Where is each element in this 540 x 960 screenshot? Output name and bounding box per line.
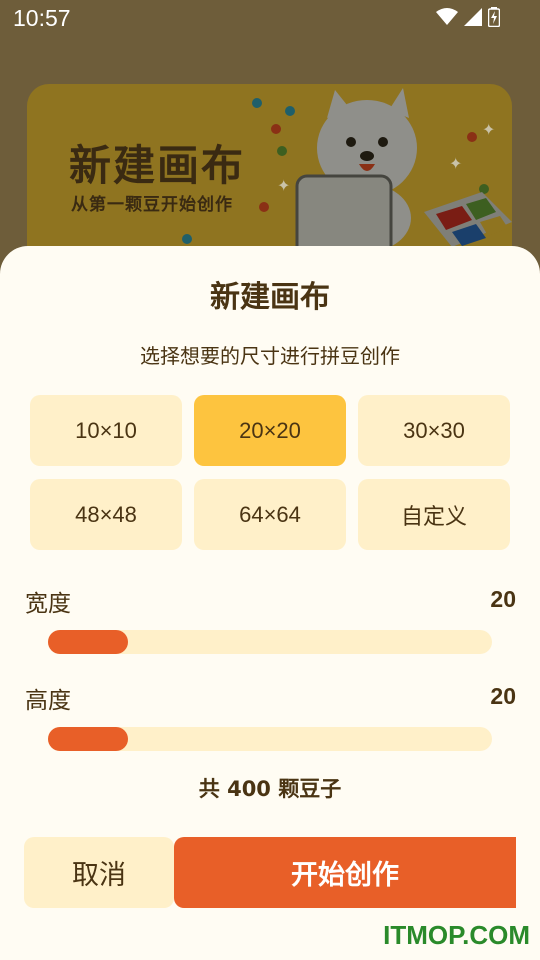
bead-decoration: [277, 146, 287, 156]
bead-decoration: [252, 98, 262, 108]
sheet-title: 新建画布: [210, 280, 330, 315]
sparkle-icon: ✦: [449, 154, 463, 173]
banner-title: 新建画布: [69, 141, 246, 190]
signal-icon: [464, 8, 482, 26]
height-label: 高度: [25, 688, 71, 714]
width-label: 宽度: [25, 591, 71, 617]
sparkle-icon: ✦: [482, 120, 496, 139]
size-option-10x10[interactable]: 10×10: [30, 395, 182, 466]
height-value: 20: [490, 683, 516, 709]
bead-total: 共 400 颗豆子: [198, 777, 342, 801]
size-option-custom[interactable]: 自定义: [358, 479, 510, 550]
width-value: 20: [490, 586, 516, 612]
height-slider[interactable]: [48, 727, 492, 751]
banner-subtitle: 从第一颗豆开始创作: [71, 195, 233, 215]
bead-decoration: [259, 202, 269, 212]
bead-decoration: [182, 234, 192, 244]
size-option-48x48[interactable]: 48×48: [30, 479, 182, 550]
start-creating-button[interactable]: 开始创作: [174, 837, 516, 908]
height-slider-fill: [48, 727, 128, 751]
cancel-button[interactable]: 取消: [24, 837, 174, 908]
status-bar: 10:57: [0, 0, 540, 38]
status-icons: [436, 7, 500, 27]
battery-charging-icon: [488, 7, 500, 27]
bead-decoration: [467, 132, 477, 142]
size-option-20x20[interactable]: 20×20: [194, 395, 346, 466]
size-option-64x64[interactable]: 64×64: [194, 479, 346, 550]
width-slider-fill: [48, 630, 128, 654]
status-time: 10:57: [13, 5, 71, 31]
new-canvas-sheet: 新建画布 选择想要的尺寸进行拼豆创作 10×10 20×20 30×30 48×…: [0, 246, 540, 960]
size-option-30x30[interactable]: 30×30: [358, 395, 510, 466]
bead-decoration: [271, 124, 281, 134]
wifi-icon: [436, 8, 458, 25]
width-slider[interactable]: [48, 630, 492, 654]
watermark: ITMOP.COM: [383, 920, 530, 950]
sheet-subtitle: 选择想要的尺寸进行拼豆创作: [140, 344, 400, 368]
